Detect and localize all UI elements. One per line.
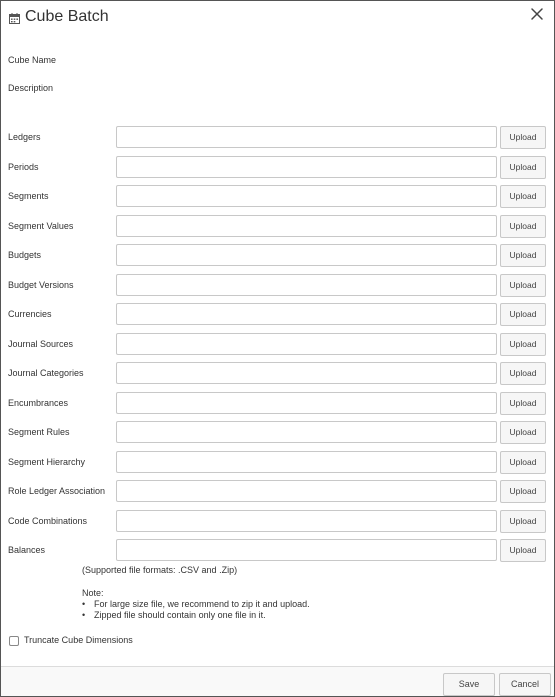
truncate-checkbox[interactable] bbox=[9, 636, 19, 646]
row-label: Segments bbox=[8, 191, 49, 201]
close-icon[interactable] bbox=[530, 7, 544, 21]
upload-button[interactable]: Upload bbox=[500, 362, 546, 385]
calendar-icon bbox=[9, 13, 20, 24]
upload-button[interactable]: Upload bbox=[500, 126, 546, 149]
cube-name-label: Cube Name bbox=[8, 55, 57, 65]
note-item-text: Zipped file should contain only one file… bbox=[94, 610, 266, 620]
row-label: Segment Rules bbox=[8, 427, 70, 437]
note-title: Note: bbox=[82, 588, 104, 598]
row-label: Currencies bbox=[8, 309, 52, 319]
upload-button[interactable]: Upload bbox=[500, 333, 546, 356]
upload-button[interactable]: Upload bbox=[500, 451, 546, 474]
file-path-input[interactable] bbox=[116, 510, 497, 532]
upload-button[interactable]: Upload bbox=[500, 215, 546, 238]
file-path-input[interactable] bbox=[116, 126, 497, 148]
row-label: Ledgers bbox=[8, 132, 41, 142]
dialog-title: Cube Batch bbox=[25, 8, 109, 25]
file-path-input[interactable] bbox=[116, 156, 497, 178]
row-label: Journal Categories bbox=[8, 368, 84, 378]
upload-button[interactable]: Upload bbox=[500, 421, 546, 444]
row-label: Segment Hierarchy bbox=[8, 457, 86, 467]
save-button[interactable]: Save bbox=[443, 673, 495, 696]
file-path-input[interactable] bbox=[116, 362, 497, 384]
row-label: Budgets bbox=[8, 250, 42, 260]
row-label: Balances bbox=[8, 545, 46, 555]
supported-formats-text: (Supported file formats: .CSV and .Zip) bbox=[82, 565, 238, 575]
file-path-input[interactable] bbox=[116, 451, 497, 473]
upload-button[interactable]: Upload bbox=[500, 156, 546, 179]
row-label: Journal Sources bbox=[8, 339, 74, 349]
row-label: Periods bbox=[8, 162, 39, 172]
upload-button[interactable]: Upload bbox=[500, 392, 546, 415]
dialog-header: Cube Batch bbox=[1, 1, 554, 35]
row-label: Budget Versions bbox=[8, 280, 74, 290]
truncate-checkbox-label[interactable]: Truncate Cube Dimensions bbox=[24, 635, 133, 645]
file-path-input[interactable] bbox=[116, 333, 497, 355]
upload-button[interactable]: Upload bbox=[500, 480, 546, 503]
upload-button[interactable]: Upload bbox=[500, 274, 546, 297]
upload-button[interactable]: Upload bbox=[500, 539, 546, 562]
note-item: • For large size file, we recommend to zi… bbox=[82, 599, 310, 609]
file-path-input[interactable] bbox=[116, 539, 497, 561]
cancel-button[interactable]: Cancel bbox=[499, 673, 551, 696]
row-label: Role Ledger Association bbox=[8, 486, 106, 496]
file-path-input[interactable] bbox=[116, 303, 497, 325]
row-label: Encumbrances bbox=[8, 398, 69, 408]
note-item: • Zipped file should contain only one fil… bbox=[82, 610, 266, 620]
row-label: Code Combinations bbox=[8, 516, 88, 526]
file-path-input[interactable] bbox=[116, 215, 497, 237]
file-path-input[interactable] bbox=[116, 421, 497, 443]
note-item-text: For large size file, we recommend to zip… bbox=[94, 599, 310, 609]
cube-batch-dialog: Cube Batch Cube Name Description Ledgers… bbox=[0, 0, 555, 697]
upload-button[interactable]: Upload bbox=[500, 185, 546, 208]
upload-button[interactable]: Upload bbox=[500, 244, 546, 267]
row-label: Segment Values bbox=[8, 221, 74, 231]
file-path-input[interactable] bbox=[116, 274, 497, 296]
file-path-input[interactable] bbox=[116, 244, 497, 266]
file-path-input[interactable] bbox=[116, 480, 497, 502]
upload-button[interactable]: Upload bbox=[500, 510, 546, 533]
file-path-input[interactable] bbox=[116, 392, 497, 414]
upload-button[interactable]: Upload bbox=[500, 303, 546, 326]
dialog-footer: Save Cancel bbox=[1, 666, 554, 696]
description-label: Description bbox=[8, 83, 54, 93]
file-path-input[interactable] bbox=[116, 185, 497, 207]
